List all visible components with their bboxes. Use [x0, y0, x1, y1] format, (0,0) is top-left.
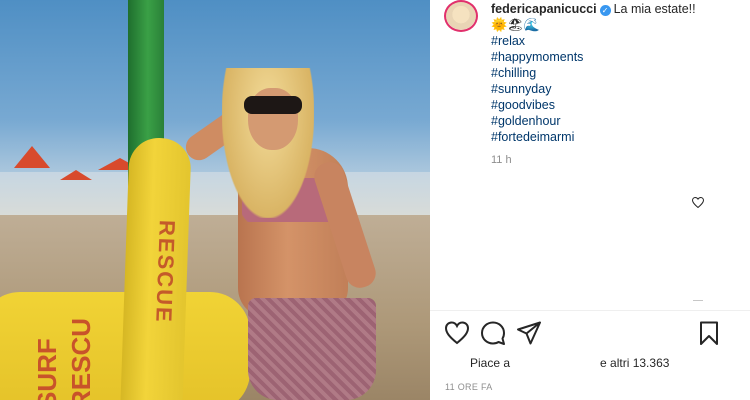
beach-umbrella [14, 146, 50, 168]
post-actions [444, 320, 744, 348]
divider [430, 310, 750, 311]
paper-plane-icon[interactable] [516, 320, 542, 346]
rescue-lettering: RESCUE [151, 219, 180, 325]
heart-outline-icon[interactable] [444, 320, 470, 346]
likes-summary: Piace a e altri 13.363 [470, 356, 669, 370]
hashtag-link[interactable]: #fortedeimarmi [491, 129, 741, 145]
post-photo[interactable]: SURF RESCU RESCUE [0, 0, 430, 400]
heart-outline-icon[interactable] [692, 197, 704, 208]
caption-emojis: 🌞🏖🌊 [491, 17, 540, 32]
avatar[interactable] [444, 0, 478, 32]
hashtag-link[interactable]: #chilling [491, 65, 741, 81]
likes-prefix: Piace a [470, 356, 511, 370]
crochet-skirt [248, 298, 376, 400]
post-timestamp[interactable]: 11 ORE FA [445, 382, 493, 392]
surf-rescue-lettering: SURF RESCU [32, 318, 96, 400]
hashtag-link[interactable]: #relax [491, 33, 741, 49]
caption-text: La mia estate!! [613, 2, 696, 16]
hashtag-link[interactable]: #happymoments [491, 49, 741, 65]
scroll-indicator [693, 300, 703, 304]
speech-bubble-icon[interactable] [480, 320, 506, 346]
caption: federicapanicucci ✓ La mia estate!! 🌞🏖🌊 #r… [491, 1, 741, 145]
bookmark-icon[interactable] [696, 320, 722, 346]
hashtag-list: #relax #happymoments #chilling #sunnyday #go… [491, 33, 741, 145]
verified-badge-icon: ✓ [599, 5, 611, 16]
hashtag-link[interactable]: #goodvibes [491, 97, 741, 113]
caption-timestamp[interactable]: 11 h [491, 154, 512, 166]
username-link[interactable]: federicapanicucci [491, 2, 597, 16]
likes-count-link[interactable]: e altri 13.363 [600, 356, 669, 370]
hashtag-link[interactable]: #goldenhour [491, 113, 741, 129]
sunglasses [244, 96, 302, 114]
hashtag-link[interactable]: #sunnyday [491, 81, 741, 97]
beach-umbrella [60, 170, 92, 180]
post-side-panel: federicapanicucci ✓ La mia estate!! 🌞🏖🌊 #r… [430, 0, 750, 400]
caption-area: federicapanicucci ✓ La mia estate!! 🌞🏖🌊 #r… [430, 0, 750, 310]
